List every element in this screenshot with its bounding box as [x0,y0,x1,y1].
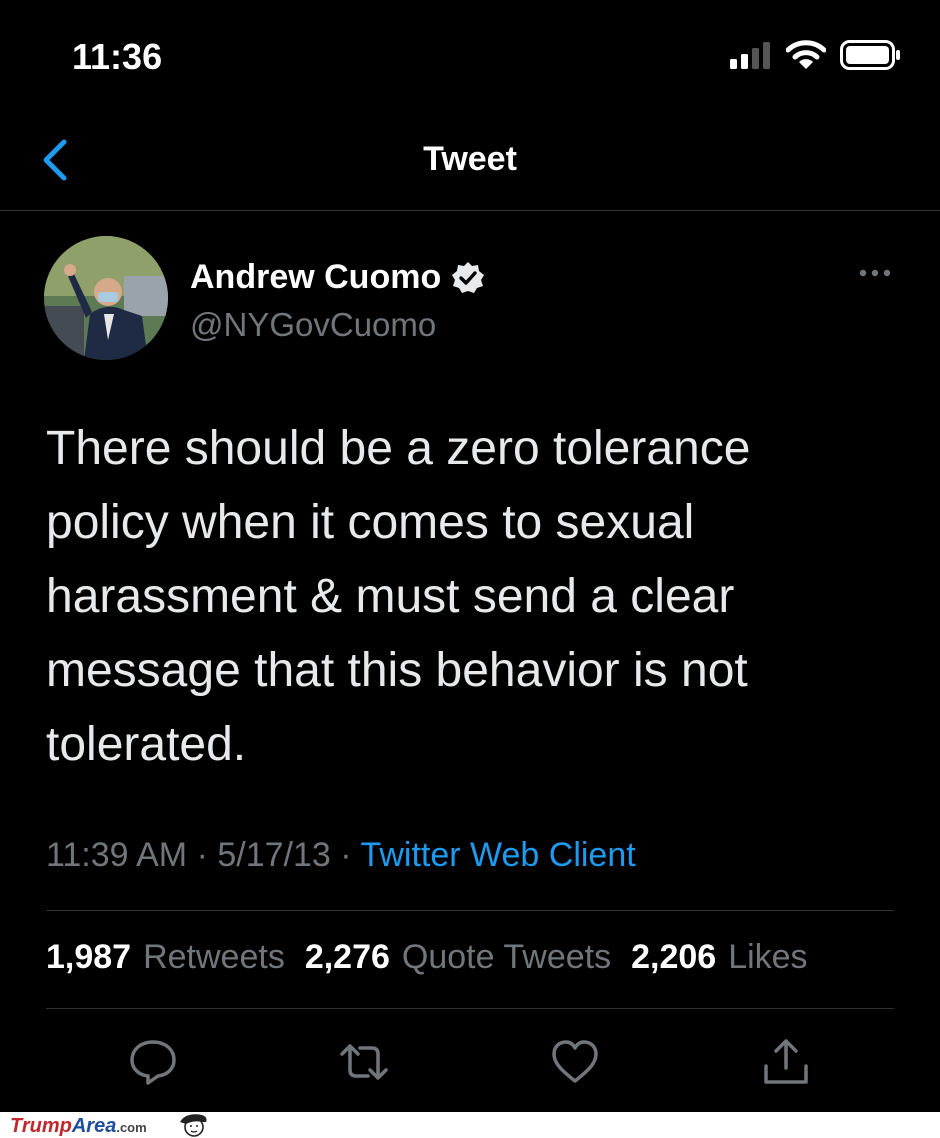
quote-tweets-stat[interactable]: 2,276 Quote Tweets [305,938,611,977]
watermark-strip: TrumpArea.com [0,1112,940,1138]
tweet-meta: 11:39 AM · 5/17/13 · Twitter Web Client [46,836,636,875]
more-options-button[interactable] [858,266,892,280]
watermark-logo: TrumpArea.com [10,1115,147,1138]
status-bar: 11:36 [0,0,940,110]
watermark-part-1: Trump [10,1115,72,1137]
retweets-stat[interactable]: 1,987 Retweets [46,938,285,977]
quote-tweets-count: 2,276 [304,938,390,976]
likes-label: Likes [728,938,808,976]
reply-button[interactable] [127,1036,179,1088]
more-dots-icon [859,269,891,277]
tweet-author: Andrew Cuomo @NYGovCuomo [44,236,904,366]
tweet-stats: 1,987 Retweets 2,276 Quote Tweets 2,206 Lik… [46,938,808,977]
tweet-date: 5/17/13 [217,836,331,874]
retweets-count: 1,987 [46,938,132,976]
watermark-part-3: .com [116,1120,147,1135]
display-name[interactable]: Andrew Cuomo [190,258,441,297]
display-name-row: Andrew Cuomo [190,258,485,297]
likes-count: 2,206 [631,938,717,976]
reply-icon [130,1040,176,1085]
status-time: 11:36 [72,36,163,77]
battery-icon [840,40,900,70]
retweet-button[interactable] [338,1036,390,1088]
share-button[interactable] [760,1036,812,1088]
avatar[interactable] [44,236,168,360]
watermark-face-icon [180,1114,207,1137]
user-handle[interactable]: @NYGovCuomo [190,306,436,344]
wifi-icon [786,40,826,69]
heart-icon [552,1040,598,1083]
likes-stat[interactable]: 2,206 Likes [631,938,807,977]
cellular-signal-icon [730,42,770,69]
status-icons [730,40,902,70]
meta-separator: · [340,836,352,874]
watermark-part-2: Area [71,1115,117,1137]
meta-separator: · [196,836,208,874]
nav-bar: Tweet [0,110,940,211]
like-button[interactable] [549,1036,601,1088]
retweets-label: Retweets [143,938,285,976]
avatar-image-icon [44,236,168,360]
retweet-icon [340,1044,388,1080]
page-title: Tweet [423,140,517,178]
share-icon [764,1039,808,1084]
tweet-source-link[interactable]: Twitter Web Client [360,836,635,874]
tweet-time: 11:39 AM [46,836,188,874]
divider [46,910,894,911]
divider [46,1008,894,1009]
tweet-text: There should be a zero tolerance policy … [46,422,751,771]
quote-tweets-label: Quote Tweets [401,938,612,976]
tweet-actions [0,1030,940,1094]
verified-badge-icon [452,261,485,293]
